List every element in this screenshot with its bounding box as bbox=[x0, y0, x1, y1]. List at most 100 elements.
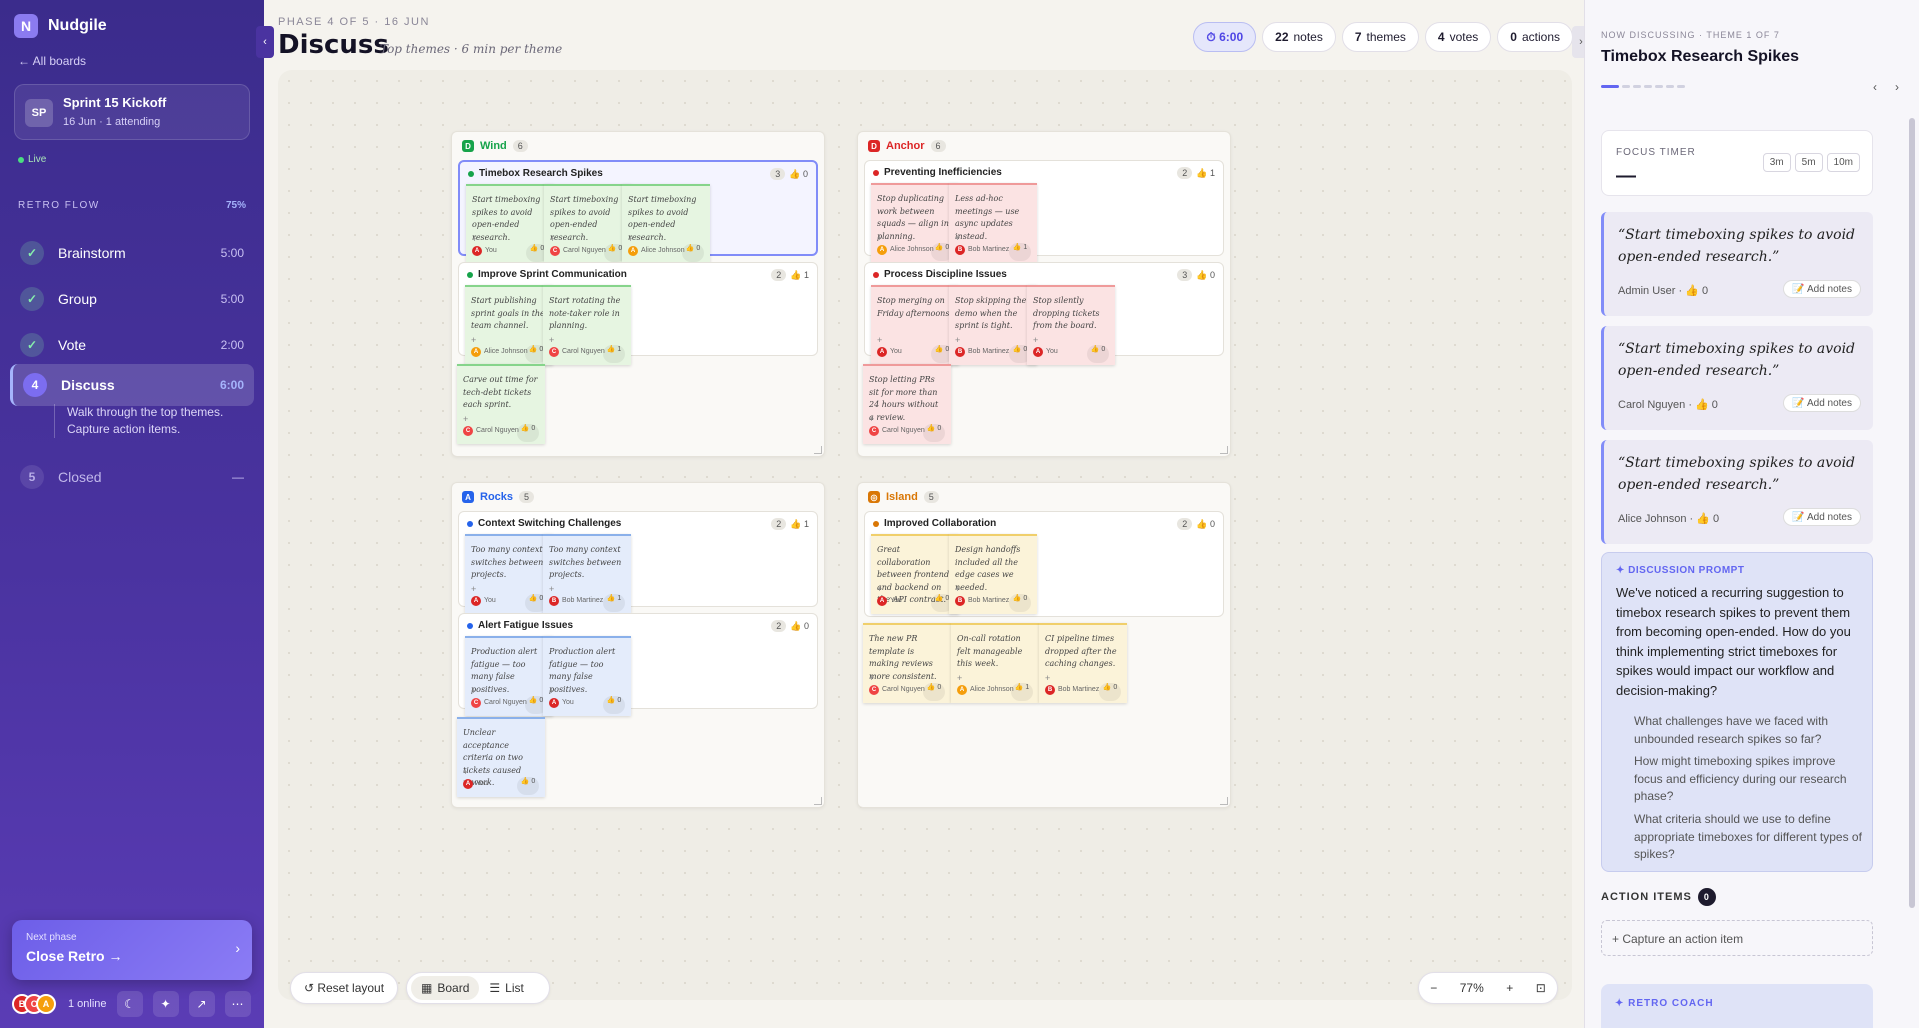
capture-action-input[interactable]: + Capture an action item bbox=[1601, 920, 1873, 956]
vote-count[interactable]: 👍 0 bbox=[923, 424, 945, 442]
more-icon[interactable]: ⋯ bbox=[224, 991, 251, 1017]
fit-view-icon[interactable]: ⊡ bbox=[1536, 981, 1546, 995]
all-boards-link[interactable]: ← All boards bbox=[18, 54, 86, 68]
vote-count[interactable]: 👍 1 bbox=[1009, 243, 1031, 261]
theme-group[interactable]: Process Discipline Issues 3 👍 0 Stop mergin… bbox=[864, 262, 1224, 365]
vote-count[interactable]: 👍 1 bbox=[603, 345, 625, 363]
sticky-note[interactable]: Too many context switches between projec… bbox=[465, 534, 553, 614]
sticky-note[interactable]: Start publishing sprint goals in the tea… bbox=[465, 285, 553, 365]
resize-handle-icon[interactable] bbox=[814, 797, 822, 805]
sticky-note[interactable]: Production alert fatigue — too many fals… bbox=[465, 636, 553, 716]
add-reaction-icon[interactable]: + bbox=[628, 234, 633, 244]
vote-count[interactable]: 👍 0 bbox=[1087, 345, 1109, 363]
add-reaction-icon[interactable]: + bbox=[550, 234, 555, 244]
timer-10m-button[interactable]: 10m bbox=[1826, 153, 1860, 172]
zoom-in-button[interactable]: + bbox=[1506, 981, 1513, 995]
sticky-note[interactable]: Start timeboxing spikes to avoid open-en… bbox=[544, 184, 632, 264]
sticky-note[interactable]: Stop skipping the demo when the sprint i… bbox=[949, 285, 1037, 365]
add-reaction-icon[interactable]: + bbox=[463, 414, 468, 424]
moon-icon[interactable]: ☾ bbox=[116, 991, 143, 1017]
vote-count[interactable]: 👍 1 bbox=[1011, 683, 1033, 701]
add-reaction-icon[interactable]: + bbox=[463, 767, 468, 777]
sticky-note[interactable]: Stop letting PRs sit for more than 24 ho… bbox=[863, 364, 951, 444]
timer-3m-button[interactable]: 3m bbox=[1762, 153, 1791, 172]
theme-group[interactable]: Improve Sprint Communication 2 👍 1 Start pu… bbox=[458, 262, 818, 365]
add-reaction-icon[interactable]: + bbox=[877, 233, 882, 243]
sticky-note[interactable]: Start timeboxing spikes to avoid open-en… bbox=[622, 184, 710, 264]
sticky-note[interactable]: Unclear acceptance criteria on two ticke… bbox=[457, 717, 545, 797]
add-reaction-icon[interactable]: + bbox=[472, 234, 477, 244]
sticky-note[interactable]: Start timeboxing spikes to avoid open-en… bbox=[466, 184, 554, 264]
sparkle-icon[interactable]: ✦ bbox=[152, 991, 179, 1017]
timer-chip[interactable]: ⏱ 6:00 bbox=[1193, 22, 1257, 52]
phase-closed[interactable]: 5 Closed — bbox=[10, 456, 254, 498]
vote-count[interactable]: 👍 0 bbox=[517, 424, 539, 442]
theme-group[interactable]: Timebox Research Spikes 3 👍 0 Start timebox… bbox=[458, 160, 818, 264]
theme-group[interactable]: Preventing Inefficiencies 2 👍 1 Stop duplic… bbox=[864, 160, 1224, 263]
vote-count[interactable]: 👍 0 bbox=[682, 244, 704, 262]
add-reaction-icon[interactable]: + bbox=[471, 335, 476, 345]
board-card[interactable]: SP Sprint 15 Kickoff 16 Jun · 1 attendin… bbox=[14, 84, 250, 140]
list-view-button[interactable]: ☰ List bbox=[479, 976, 533, 1000]
theme-column[interactable]: D Wind 6 Timebox Research Spikes 3 👍 0 Start t… bbox=[451, 131, 825, 457]
sticky-note[interactable]: Carve out time for tech-debt tickets eac… bbox=[457, 364, 545, 444]
sticky-note[interactable]: Start rotating the note-taker role in pl… bbox=[543, 285, 631, 365]
sticky-note[interactable]: On-call rotation felt manageable this we… bbox=[951, 623, 1039, 703]
share-icon[interactable]: ↗ bbox=[188, 991, 215, 1017]
sticky-note[interactable]: Stop silently dropping tickets from the … bbox=[1027, 285, 1115, 365]
phase-discuss[interactable]: 4 Discuss 6:00 bbox=[10, 364, 254, 406]
vote-count[interactable]: 👍 0 bbox=[1009, 594, 1031, 612]
vote-count[interactable]: 👍 0 bbox=[517, 777, 539, 795]
sticky-note[interactable]: Less ad-hoc meetings — use async updates… bbox=[949, 183, 1037, 263]
theme-group[interactable]: Improved Collaboration 2 👍 0 Great collabor… bbox=[864, 511, 1224, 617]
brand[interactable]: N Nudgile bbox=[14, 14, 107, 38]
add-reaction-icon[interactable]: + bbox=[869, 673, 874, 683]
sticky-note[interactable]: Great collaboration between frontend and… bbox=[871, 534, 959, 614]
add-reaction-icon[interactable]: + bbox=[955, 584, 960, 594]
phase-group[interactable]: ✓ Group 5:00 bbox=[10, 278, 254, 320]
collapse-sidebar-button[interactable]: ‹ bbox=[256, 26, 274, 58]
sticky-note[interactable]: Stop duplicating work between squads — a… bbox=[871, 183, 959, 263]
reset-layout-button[interactable]: ↺ Reset layout bbox=[290, 972, 398, 1004]
vote-count[interactable]: 👍 0 bbox=[923, 683, 945, 701]
add-notes-button[interactable]: 📝 Add notes bbox=[1783, 508, 1861, 526]
resize-handle-icon[interactable] bbox=[814, 446, 822, 454]
add-reaction-icon[interactable]: + bbox=[869, 414, 874, 424]
panel-scrollbar[interactable] bbox=[1909, 118, 1915, 908]
add-notes-button[interactable]: 📝 Add notes bbox=[1783, 280, 1861, 298]
sticky-note[interactable]: Design handoffs included all the edge ca… bbox=[949, 534, 1037, 614]
sticky-note[interactable]: Production alert fatigue — too many fals… bbox=[543, 636, 631, 716]
resize-handle-icon[interactable] bbox=[1220, 797, 1228, 805]
add-reaction-icon[interactable]: + bbox=[549, 686, 554, 696]
theme-column[interactable]: D Anchor 6 Preventing Inefficiencies 2 👍 1 Sto… bbox=[857, 131, 1231, 457]
resize-handle-icon[interactable] bbox=[1220, 446, 1228, 454]
phase-brainstorm[interactable]: ✓ Brainstorm 5:00 bbox=[10, 232, 254, 274]
next-phase-button[interactable]: Next phase Close Retro → › bbox=[12, 920, 252, 980]
add-reaction-icon[interactable]: + bbox=[471, 686, 476, 696]
timer-5m-button[interactable]: 5m bbox=[1794, 153, 1823, 172]
add-reaction-icon[interactable]: + bbox=[549, 335, 554, 345]
theme-group[interactable]: Alert Fatigue Issues 2 👍 0 Production alert… bbox=[458, 613, 818, 716]
add-reaction-icon[interactable]: + bbox=[877, 584, 882, 594]
sticky-note[interactable]: Too many context switches between projec… bbox=[543, 534, 631, 614]
add-reaction-icon[interactable]: + bbox=[471, 584, 476, 594]
vote-count[interactable]: 👍 1 bbox=[603, 594, 625, 612]
add-reaction-icon[interactable]: + bbox=[955, 233, 960, 243]
theme-group[interactable]: Context Switching Challenges 2 👍 1 Too many… bbox=[458, 511, 818, 614]
add-reaction-icon[interactable]: + bbox=[1045, 673, 1050, 683]
sticky-note[interactable]: Stop merging on Friday afternoons. + A You 👍… bbox=[871, 285, 959, 365]
sticky-note[interactable]: CI pipeline times dropped after the cach… bbox=[1039, 623, 1127, 703]
theme-column[interactable]: ◎ Island 5 Improved Collaboration 2 👍 0 Great … bbox=[857, 482, 1231, 808]
add-reaction-icon[interactable]: + bbox=[955, 335, 960, 345]
vote-count[interactable]: 👍 0 bbox=[1099, 683, 1121, 701]
board-view-button[interactable]: ▦ Board bbox=[411, 976, 480, 1000]
add-notes-button[interactable]: 📝 Add notes bbox=[1783, 394, 1861, 412]
board-canvas[interactable]: D Wind 6 Timebox Research Spikes 3 👍 0 Start t… bbox=[278, 70, 1572, 1000]
add-reaction-icon[interactable]: + bbox=[549, 584, 554, 594]
theme-column[interactable]: A Rocks 5 Context Switching Challenges 2 👍 1T… bbox=[451, 482, 825, 808]
next-theme-button[interactable]: › bbox=[1895, 80, 1899, 94]
add-reaction-icon[interactable]: + bbox=[957, 673, 962, 683]
vote-count[interactable]: 👍 0 bbox=[603, 696, 625, 714]
retro-coach-card[interactable]: ✦ RETRO COACH bbox=[1601, 984, 1873, 1028]
zoom-out-button[interactable]: − bbox=[1430, 981, 1437, 995]
